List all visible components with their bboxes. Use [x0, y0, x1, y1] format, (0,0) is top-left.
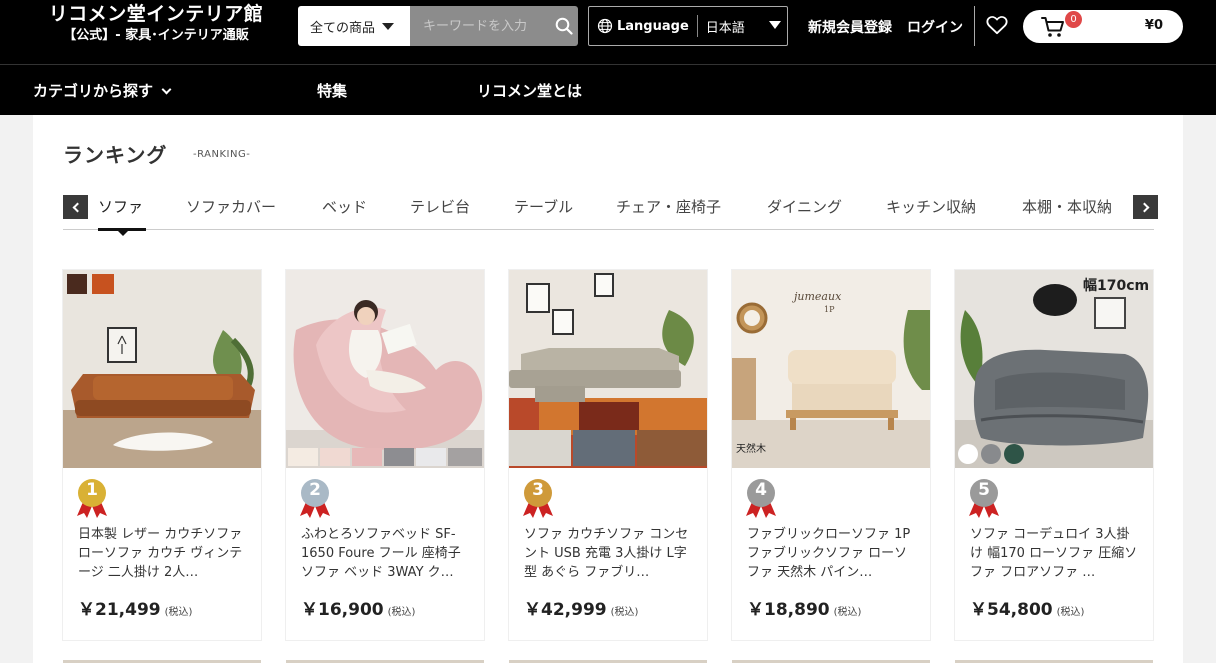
login-link[interactable]: ログイン: [907, 17, 963, 37]
language-select[interactable]: Language 日本語: [588, 6, 788, 46]
nav-item-label: 特集: [317, 82, 348, 100]
nav-item-label: カテゴリから探す: [33, 82, 154, 100]
language-divider: [696, 15, 698, 37]
rank-number: 5: [978, 480, 990, 500]
tab-tv-stand[interactable]: テレビ台: [410, 196, 470, 217]
cart-button[interactable]: 0 ¥0: [1023, 10, 1183, 43]
ranking-section: ランキング -RANKING- ソファ ソファカバー ベッド テレビ台 テーブル…: [33, 115, 1183, 663]
product-image[interactable]: [286, 270, 484, 468]
image-model-text: 1P: [824, 305, 835, 314]
product-image[interactable]: jumeaux 1P 天然木: [732, 270, 930, 468]
search-input[interactable]: [410, 6, 550, 46]
cart-count-badge: 0: [1065, 11, 1082, 28]
product-card[interactable]: 3 ソファ カウチソファ コンセント USB 充電 3人掛け L字型 あぐら フ…: [509, 270, 707, 640]
product-price: ￥18,890 (税込): [747, 595, 861, 620]
header-divider: [974, 6, 975, 46]
product-card[interactable]: 2 ふわとろソファベッド SF-1650 Foure フール 座椅子 ソファ ベ…: [286, 270, 484, 640]
language-value: 日本語: [705, 20, 745, 36]
product-name[interactable]: ファブリックローソファ 1P ファブリックソファ ローソファ 天然木 パイン…: [747, 525, 917, 582]
product-name[interactable]: ソファ カウチソファ コンセント USB 充電 3人掛け L字型 あぐら ファブ…: [524, 525, 694, 582]
caret-down-icon: [769, 21, 781, 29]
tax-label: (税込): [387, 607, 416, 618]
cart-total: ¥0: [1144, 18, 1163, 33]
product-image[interactable]: [63, 270, 261, 468]
product-image[interactable]: 幅170cm: [955, 270, 1153, 468]
product-card[interactable]: jumeaux 1P 天然木 4 ファブリックローソファ 1P ファブリックソフ…: [732, 270, 930, 640]
ranking-tabs: ソファ ソファカバー ベッド テレビ台 テーブル チェア・座椅子 ダイニング キ…: [63, 195, 1158, 236]
rank-number: 4: [755, 480, 767, 500]
favorites-button[interactable]: [986, 15, 1008, 39]
image-note-text: 天然木: [736, 442, 766, 455]
price-value: ￥54,800: [970, 600, 1053, 620]
tab-chair[interactable]: チェア・座椅子: [616, 196, 721, 217]
nav-item-label: リコメン堂とは: [477, 82, 583, 100]
rank-number: 1: [86, 480, 98, 500]
image-width-label: 幅170cm: [1083, 277, 1149, 294]
ranking-title: ランキング: [63, 143, 168, 167]
language-label: Language: [617, 18, 689, 34]
logo-title: リコメン堂インテリア館: [48, 3, 264, 25]
search-category-value: 全ての商品: [310, 20, 376, 36]
search-icon: [555, 17, 573, 35]
tax-label: (税込): [610, 607, 639, 618]
tab-table[interactable]: テーブル: [514, 196, 573, 217]
cart-icon: [1041, 17, 1064, 37]
image-brand-text: jumeaux: [791, 290, 842, 303]
tax-label: (税込): [164, 607, 193, 618]
register-link[interactable]: 新規会員登録: [808, 17, 892, 37]
price-value: ￥18,890: [747, 600, 830, 620]
product-image[interactable]: [509, 270, 707, 468]
price-value: ￥16,900: [301, 600, 384, 620]
price-value: ￥21,499: [78, 600, 161, 620]
tabs-prev-button[interactable]: [63, 195, 88, 219]
product-card[interactable]: 1 日本製 レザー カウチソファ ローソファ カウチ ヴィンテージ 二人掛け 2…: [63, 270, 261, 640]
price-value: ￥42,999: [524, 600, 607, 620]
ranking-subtitle: -RANKING-: [193, 149, 251, 160]
chevron-right-icon: [1139, 202, 1149, 212]
logo-subtitle: 【公式】- 家具･インテリア通販: [63, 28, 249, 43]
product-price: ￥42,999 (税込): [524, 595, 638, 620]
product-name[interactable]: ソファ コーデュロイ 3人掛け 幅170 ローソファ 圧縮ソファ フロアソファ …: [970, 525, 1140, 582]
chevron-left-icon: [72, 202, 82, 212]
tax-label: (税込): [833, 607, 862, 618]
product-price: ￥16,900 (税込): [301, 595, 415, 620]
tab-kitchen-storage[interactable]: キッチン収納: [886, 196, 976, 217]
heart-icon: [986, 16, 1008, 35]
product-card[interactable]: 幅170cm 5 ソファ コーデュロイ 3人掛け 幅170 ローソファ 圧縮ソフ…: [955, 270, 1153, 640]
rank-number: 3: [532, 480, 544, 500]
rank-number: 2: [309, 480, 321, 500]
tax-label: (税込): [1056, 607, 1085, 618]
tab-bed[interactable]: ベッド: [322, 196, 367, 217]
nav-features[interactable]: 特集: [317, 80, 347, 101]
globe-icon: [597, 18, 613, 34]
product-price: ￥21,499 (税込): [78, 595, 192, 620]
main-nav: カテゴリから探す 特集 リコメン堂とは: [0, 64, 1216, 115]
search-bar: 全ての商品: [298, 6, 578, 46]
tab-sofa-cover[interactable]: ソファカバー: [186, 196, 276, 217]
product-price: ￥54,800 (税込): [970, 595, 1084, 620]
nav-about[interactable]: リコメン堂とは: [477, 80, 582, 101]
nav-category-menu[interactable]: カテゴリから探す: [33, 80, 172, 101]
top-header: リコメン堂インテリア館 【公式】- 家具･インテリア通販 全ての商品 Lang: [0, 0, 1216, 64]
tabs-next-button[interactable]: [1133, 195, 1158, 219]
tab-dining[interactable]: ダイニング: [767, 196, 842, 217]
product-name[interactable]: 日本製 レザー カウチソファ ローソファ カウチ ヴィンテージ 二人掛け 2人…: [78, 525, 248, 582]
tab-bookshelf[interactable]: 本棚・本収納: [1022, 196, 1112, 217]
search-category-select[interactable]: 全ての商品: [298, 6, 410, 46]
tab-sofa[interactable]: ソファ: [98, 196, 143, 217]
caret-down-icon: [382, 22, 395, 30]
chevron-down-icon: [161, 84, 172, 95]
search-button[interactable]: [550, 6, 578, 46]
ranking-heading: ランキング: [63, 139, 167, 168]
site-logo[interactable]: リコメン堂インテリア館 【公式】- 家具･インテリア通販: [48, 2, 264, 46]
product-name[interactable]: ふわとろソファベッド SF-1650 Foure フール 座椅子 ソファ ベッド…: [301, 525, 471, 582]
active-tab-caret: [118, 231, 128, 236]
